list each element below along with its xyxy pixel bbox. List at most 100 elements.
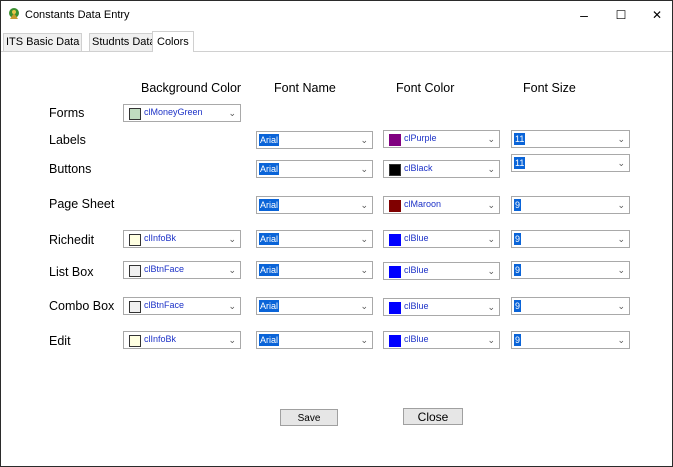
list-box-background-color-select[interactable]: clBtnFace ⌄ xyxy=(123,261,241,279)
color-swatch xyxy=(389,335,401,347)
chevron-down-icon: ⌄ xyxy=(617,335,625,345)
chevron-down-icon: ⌄ xyxy=(617,134,625,144)
page-sheet-font-color-select[interactable]: clMaroon ⌄ xyxy=(383,196,500,214)
color-swatch xyxy=(129,335,141,347)
save-button[interactable]: Save xyxy=(280,409,338,426)
color-value: clPurple xyxy=(404,133,437,143)
maximize-button[interactable]: ☐ xyxy=(613,7,629,23)
combo-box-font-size-select[interactable]: 9 ⌄ xyxy=(511,297,630,315)
font-size-value: 9 xyxy=(514,334,522,346)
font-name-value: Arial xyxy=(259,300,280,312)
tab-strip: ITS Basic Data Studnts Data Colors xyxy=(1,31,672,52)
chevron-down-icon: ⌄ xyxy=(487,134,495,144)
tab-studnts-data[interactable]: Studnts Data xyxy=(89,33,159,51)
color-swatch xyxy=(389,134,401,146)
color-value: clMaroon xyxy=(404,199,442,209)
tab-colors[interactable]: Colors xyxy=(152,31,194,52)
edit-font-color-select[interactable]: clBlue ⌄ xyxy=(383,331,500,349)
color-swatch xyxy=(389,164,401,176)
close-button[interactable]: Close xyxy=(403,408,463,425)
list-box-font-name-select[interactable]: Arial ⌄ xyxy=(256,261,373,279)
chevron-down-icon: ⌄ xyxy=(228,265,236,275)
font-name-value: Arial xyxy=(259,163,280,175)
chevron-down-icon: ⌄ xyxy=(487,302,495,312)
font-size-value: 9 xyxy=(514,199,522,211)
richedit-background-color-select[interactable]: clInfoBk ⌄ xyxy=(123,230,241,248)
richedit-font-name-select[interactable]: Arial ⌄ xyxy=(256,230,373,248)
color-value: clBtnFace xyxy=(144,300,185,310)
row-label-labels: Labels xyxy=(49,133,86,147)
edit-font-size-select[interactable]: 9 ⌄ xyxy=(511,331,630,349)
row-label-page-sheet: Page Sheet xyxy=(49,197,115,211)
edit-font-name-select[interactable]: Arial ⌄ xyxy=(256,331,373,349)
color-value: clBlack xyxy=(404,163,433,173)
page-sheet-font-name-select[interactable]: Arial ⌄ xyxy=(256,196,373,214)
chevron-down-icon: ⌄ xyxy=(360,234,368,244)
app-window: Constants Data Entry – ☐ ✕ ITS Basic Dat… xyxy=(0,0,673,467)
minimize-button[interactable]: – xyxy=(576,7,592,23)
window-title: Constants Data Entry xyxy=(25,9,130,21)
color-swatch xyxy=(129,234,141,246)
color-value: clBlue xyxy=(404,334,429,344)
row-label-edit: Edit xyxy=(49,334,71,348)
color-value: clBlue xyxy=(404,301,429,311)
chevron-down-icon: ⌄ xyxy=(487,234,495,244)
color-value: clInfoBk xyxy=(144,334,177,344)
font-name-value: Arial xyxy=(259,134,280,146)
chevron-down-icon: ⌄ xyxy=(228,335,236,345)
forms-background-color-select[interactable]: clMoneyGreen ⌄ xyxy=(123,104,241,122)
row-label-forms: Forms xyxy=(49,106,85,120)
close-window-button[interactable]: ✕ xyxy=(649,7,665,23)
tab-its-basic-data[interactable]: ITS Basic Data xyxy=(3,33,83,51)
chevron-down-icon: ⌄ xyxy=(617,301,625,311)
column-header-font-name: Font Name xyxy=(274,81,336,95)
chevron-down-icon: ⌄ xyxy=(617,234,625,244)
richedit-font-color-select[interactable]: clBlue ⌄ xyxy=(383,230,500,248)
chevron-down-icon: ⌄ xyxy=(228,301,236,311)
buttons-font-name-select[interactable]: Arial ⌄ xyxy=(256,160,373,178)
color-swatch xyxy=(389,200,401,212)
color-swatch xyxy=(389,302,401,314)
chevron-down-icon: ⌄ xyxy=(487,266,495,276)
buttons-font-color-select[interactable]: clBlack ⌄ xyxy=(383,160,500,178)
labels-font-size-select[interactable]: 11 ⌄ xyxy=(511,130,630,148)
buttons-font-size-select[interactable]: 11 ⌄ xyxy=(511,154,630,172)
chevron-down-icon: ⌄ xyxy=(487,200,495,210)
list-box-font-color-select[interactable]: clBlue ⌄ xyxy=(383,262,500,280)
chevron-down-icon: ⌄ xyxy=(617,158,625,168)
color-swatch xyxy=(389,266,401,278)
richedit-font-size-select[interactable]: 9 ⌄ xyxy=(511,230,630,248)
labels-font-color-select[interactable]: clPurple ⌄ xyxy=(383,130,500,148)
font-name-value: Arial xyxy=(259,199,280,211)
labels-font-name-select[interactable]: Arial ⌄ xyxy=(256,131,373,149)
color-value: clMoneyGreen xyxy=(144,107,203,117)
page-sheet-font-size-select[interactable]: 9 ⌄ xyxy=(511,196,630,214)
chevron-down-icon: ⌄ xyxy=(228,108,236,118)
color-value: clBlue xyxy=(404,265,429,275)
color-swatch xyxy=(389,234,401,246)
row-label-list-box: List Box xyxy=(49,265,94,279)
color-swatch xyxy=(129,301,141,313)
font-size-value: 11 xyxy=(514,133,526,145)
row-label-buttons: Buttons xyxy=(49,162,92,176)
font-size-value: 9 xyxy=(514,300,522,312)
chevron-down-icon: ⌄ xyxy=(617,200,625,210)
chevron-down-icon: ⌄ xyxy=(360,335,368,345)
title-bar: Constants Data Entry – ☐ ✕ xyxy=(1,1,672,29)
chevron-down-icon: ⌄ xyxy=(487,335,495,345)
chevron-down-icon: ⌄ xyxy=(228,234,236,244)
combo-box-font-name-select[interactable]: Arial ⌄ xyxy=(256,297,373,315)
list-box-font-size-select[interactable]: 9 ⌄ xyxy=(511,261,630,279)
chevron-down-icon: ⌄ xyxy=(617,265,625,275)
column-header-font-color: Font Color xyxy=(396,81,455,95)
chevron-down-icon: ⌄ xyxy=(360,265,368,275)
column-header-background-color: Background Color xyxy=(141,81,242,95)
color-value: clBlue xyxy=(404,233,429,243)
edit-background-color-select[interactable]: clInfoBk ⌄ xyxy=(123,331,241,349)
row-label-richedit: Richedit xyxy=(49,233,95,247)
color-swatch xyxy=(129,108,141,120)
color-value: clBtnFace xyxy=(144,264,185,274)
combo-box-background-color-select[interactable]: clBtnFace ⌄ xyxy=(123,297,241,315)
combo-box-font-color-select[interactable]: clBlue ⌄ xyxy=(383,298,500,316)
font-name-value: Arial xyxy=(259,233,280,245)
